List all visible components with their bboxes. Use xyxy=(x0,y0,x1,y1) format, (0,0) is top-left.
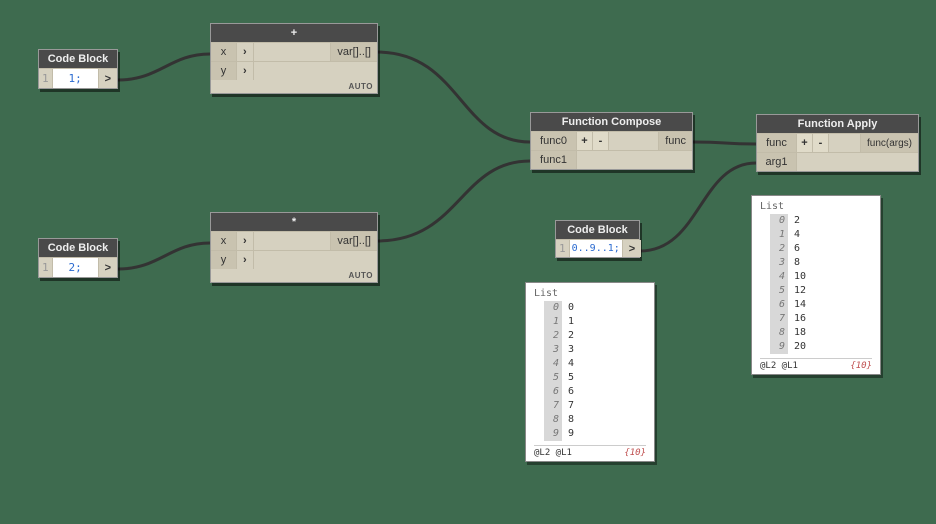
input-port-func1[interactable]: func1 xyxy=(531,151,577,169)
node-title: Code Block xyxy=(39,239,117,257)
remove-input-button[interactable]: - xyxy=(813,134,829,152)
spacer xyxy=(254,251,377,269)
node-code-block-3[interactable]: Code Block 1 0..9..1; > xyxy=(555,220,640,258)
list-item: 11 xyxy=(544,315,646,329)
code-input[interactable]: 2; xyxy=(53,258,99,277)
spacer xyxy=(254,62,377,80)
preview-result: List 02142638410512614716818920 @L2 @L1 … xyxy=(751,195,881,375)
list-item: 14 xyxy=(770,228,872,242)
output-port[interactable]: > xyxy=(623,240,641,257)
code-input[interactable]: 0..9..1; xyxy=(570,240,623,257)
preview-foot-left: @L2 @L1 xyxy=(760,361,798,371)
line-number: 1 xyxy=(556,240,570,257)
list-item: 38 xyxy=(770,256,872,270)
list-item: 614 xyxy=(770,298,872,312)
lacing-label: AUTO xyxy=(211,80,377,93)
preview-list-range: 00112233445566778899 xyxy=(534,301,646,441)
node-title: * xyxy=(211,213,377,231)
preview-range: List 00112233445566778899 @L2 @L1 {10} xyxy=(525,282,655,462)
output-port[interactable]: > xyxy=(99,258,117,277)
preview-label: List xyxy=(760,201,872,212)
node-title: Function Apply xyxy=(757,115,918,133)
preview-list-result: 02142638410512614716818920 xyxy=(760,214,872,354)
preview-foot-left: @L2 @L1 xyxy=(534,448,572,458)
list-item: 920 xyxy=(770,340,872,354)
list-item: 02 xyxy=(770,214,872,228)
spacer xyxy=(254,43,332,61)
add-input-button[interactable]: + xyxy=(797,134,813,152)
spacer xyxy=(577,151,692,169)
add-input-button[interactable]: + xyxy=(577,132,593,150)
list-item: 410 xyxy=(770,270,872,284)
spacer xyxy=(829,134,861,152)
list-item: 66 xyxy=(544,385,646,399)
input-port-y[interactable]: y xyxy=(211,251,237,269)
list-item: 33 xyxy=(544,343,646,357)
chevron-icon: › xyxy=(237,232,254,250)
spacer xyxy=(254,232,332,250)
spacer xyxy=(609,132,659,150)
output-port[interactable]: func xyxy=(659,132,692,150)
output-port[interactable]: func(args) xyxy=(861,134,918,152)
node-title: + xyxy=(211,24,377,42)
list-item: 77 xyxy=(544,399,646,413)
node-code-block-1[interactable]: Code Block 1 1; > xyxy=(38,49,118,89)
input-port-func0[interactable]: func0 xyxy=(531,132,577,150)
node-code-block-2[interactable]: Code Block 1 2; > xyxy=(38,238,118,278)
list-item: 818 xyxy=(770,326,872,340)
node-mult[interactable]: * x › var[]..[] y › AUTO xyxy=(210,212,378,283)
remove-input-button[interactable]: - xyxy=(593,132,609,150)
chevron-icon: › xyxy=(237,43,254,61)
list-item: 716 xyxy=(770,312,872,326)
line-number: 1 xyxy=(39,258,53,277)
input-port-x[interactable]: x xyxy=(211,232,237,250)
list-item: 00 xyxy=(544,301,646,315)
node-function-apply[interactable]: Function Apply func + - func(args) arg1 xyxy=(756,114,919,172)
output-port[interactable]: > xyxy=(99,69,117,88)
code-input[interactable]: 1; xyxy=(53,69,99,88)
node-plus[interactable]: + x › var[]..[] y › AUTO xyxy=(210,23,378,94)
list-item: 22 xyxy=(544,329,646,343)
list-item: 26 xyxy=(770,242,872,256)
node-title: Function Compose xyxy=(531,113,692,131)
input-port-x[interactable]: x xyxy=(211,43,237,61)
input-port-y[interactable]: y xyxy=(211,62,237,80)
list-item: 44 xyxy=(544,357,646,371)
chevron-icon: › xyxy=(237,62,254,80)
chevron-icon: › xyxy=(237,251,254,269)
output-port[interactable]: var[]..[] xyxy=(331,232,377,250)
line-number: 1 xyxy=(39,69,53,88)
lacing-label: AUTO xyxy=(211,269,377,282)
spacer xyxy=(797,153,918,171)
list-item: 88 xyxy=(544,413,646,427)
node-title: Code Block xyxy=(39,50,117,68)
input-port-arg1[interactable]: arg1 xyxy=(757,153,797,171)
list-item: 99 xyxy=(544,427,646,441)
list-item: 512 xyxy=(770,284,872,298)
preview-count: {10} xyxy=(850,361,872,371)
output-port[interactable]: var[]..[] xyxy=(331,43,377,61)
preview-label: List xyxy=(534,288,646,299)
input-port-func[interactable]: func xyxy=(757,134,797,152)
preview-count: {10} xyxy=(624,448,646,458)
node-function-compose[interactable]: Function Compose func0 + - func func1 xyxy=(530,112,693,170)
node-title: Code Block xyxy=(556,221,639,239)
list-item: 55 xyxy=(544,371,646,385)
